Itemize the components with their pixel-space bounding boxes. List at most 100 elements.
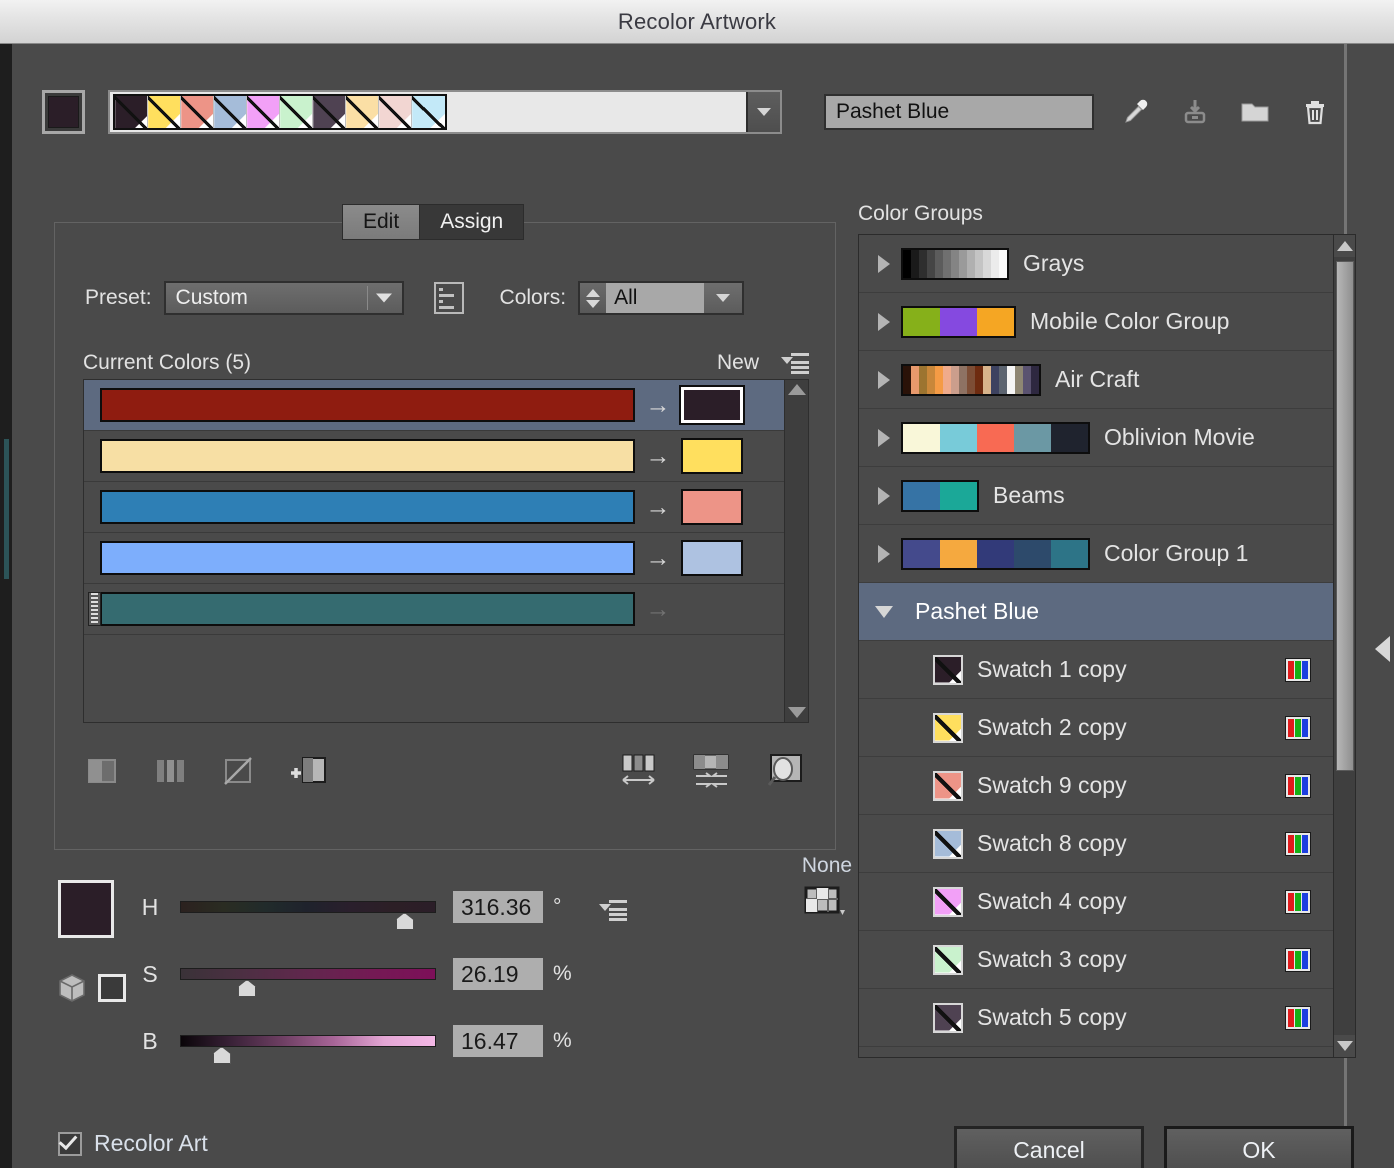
colors-stepper[interactable] — [580, 283, 607, 313]
colors-stepper-group[interactable]: All — [578, 281, 745, 315]
separate-colors-icon[interactable] — [151, 754, 191, 793]
randomize-saturation-brightness-icon[interactable] — [617, 752, 661, 795]
color-group-swatch-item[interactable]: Swatch 3 copy — [859, 931, 1333, 989]
color-group-swatch-item[interactable]: Swatch 4 copy — [859, 873, 1333, 931]
add-color-row-icon[interactable] — [287, 754, 329, 793]
color-group-preview-strip[interactable] — [901, 537, 1090, 570]
new-color-swatch[interactable] — [681, 540, 743, 576]
scroll-up-icon[interactable] — [787, 384, 806, 395]
swatch-chip[interactable] — [247, 96, 281, 128]
color-group-swatch-item[interactable]: Swatch 8 copy — [859, 815, 1333, 873]
panel-menu-icon[interactable] — [781, 353, 809, 374]
slider-thumb[interactable] — [395, 913, 414, 930]
limit-color-library-icon[interactable] — [804, 886, 850, 920]
new-color-swatch[interactable] — [681, 438, 743, 474]
color-group-swatch-bar[interactable] — [108, 90, 782, 134]
swatch-chip[interactable] — [214, 96, 248, 128]
color-reduction-options-icon[interactable] — [433, 282, 464, 314]
color-group-item[interactable]: Oblivion Movie — [859, 409, 1333, 467]
chevron-down-icon[interactable] — [867, 605, 901, 618]
swatch-color-chip[interactable] — [933, 886, 963, 917]
preset-select[interactable]: Custom — [163, 281, 404, 315]
randomize-color-order-icon[interactable] — [689, 752, 735, 795]
current-color-swatch[interactable] — [100, 541, 635, 575]
slider-value-input[interactable]: 316.36 — [452, 890, 544, 924]
current-color-row[interactable]: → — [84, 584, 784, 635]
current-color-swatch[interactable] — [100, 388, 635, 422]
color-group-preview-strip[interactable] — [901, 305, 1016, 338]
save-color-group-icon[interactable] — [1178, 95, 1212, 129]
swatch-color-chip[interactable] — [933, 712, 963, 743]
ok-button[interactable]: OK — [1164, 1126, 1354, 1168]
color-groups-scrollbar[interactable] — [1333, 235, 1355, 1057]
delete-color-group-trash-icon[interactable] — [1298, 95, 1332, 129]
merge-colors-icon[interactable] — [83, 754, 123, 793]
slider-thumb[interactable] — [238, 980, 257, 997]
new-color-swatch[interactable] — [681, 489, 743, 525]
current-colors-scrollbar[interactable] — [784, 380, 808, 722]
swatch-chip[interactable] — [115, 96, 149, 128]
collapse-panel-arrow-icon[interactable] — [1375, 636, 1390, 662]
new-color-swatch[interactable] — [679, 385, 745, 425]
new-color-group-folder-icon[interactable] — [1238, 95, 1272, 129]
row-drag-handle[interactable] — [88, 592, 101, 626]
selected-color-preview[interactable] — [58, 880, 114, 938]
chevron-right-icon[interactable] — [867, 312, 901, 331]
color-group-swatch-item[interactable]: Swatch 5 copy — [859, 989, 1333, 1047]
color-group-name-input[interactable]: Pashet Blue — [823, 94, 1094, 130]
swatch-chip[interactable] — [181, 96, 215, 128]
swatch-chip[interactable] — [412, 96, 446, 128]
current-color-row[interactable]: → — [84, 431, 784, 482]
cancel-button[interactable]: Cancel — [954, 1126, 1144, 1168]
swatch-chip[interactable] — [280, 96, 314, 128]
hsb-menu-icon[interactable] — [599, 900, 627, 921]
exclude-color-icon[interactable] — [219, 754, 259, 793]
color-mode-cube-icon[interactable] — [56, 972, 88, 1004]
current-color-swatch[interactable] — [100, 439, 635, 473]
colors-value[interactable]: All — [606, 283, 705, 313]
color-group-item[interactable]: Air Craft — [859, 351, 1333, 409]
slider-track[interactable] — [180, 1035, 436, 1064]
scroll-down-icon[interactable] — [1334, 1035, 1355, 1057]
color-group-item[interactable]: Pashet Blue — [859, 583, 1333, 641]
swatch-color-chip[interactable] — [933, 654, 963, 685]
colors-dropdown-button[interactable] — [704, 283, 743, 313]
current-color-swatch[interactable] — [100, 490, 635, 524]
tab-assign[interactable]: Assign — [420, 204, 525, 240]
recolor-art-checkbox[interactable] — [58, 1130, 82, 1156]
swatch-chip[interactable] — [148, 96, 182, 128]
swatch-chip[interactable] — [346, 96, 380, 128]
color-mode-preview-icon[interactable] — [763, 751, 809, 796]
slider-thumb[interactable] — [212, 1047, 231, 1064]
slider-track[interactable] — [180, 901, 436, 930]
slider-value-input[interactable]: 16.47 — [452, 1024, 544, 1058]
swatch-color-chip[interactable] — [933, 1002, 963, 1033]
color-group-preview-strip[interactable] — [901, 479, 979, 512]
chevron-right-icon[interactable] — [867, 428, 901, 447]
color-group-item[interactable]: Grays — [859, 235, 1333, 293]
swatch-color-chip[interactable] — [933, 770, 963, 801]
swatch-color-chip[interactable] — [933, 944, 963, 975]
active-color-well[interactable] — [42, 90, 86, 134]
color-group-preview-strip[interactable] — [901, 421, 1090, 454]
color-group-preview-strip[interactable] — [901, 247, 1009, 280]
eyedropper-icon[interactable] — [1118, 95, 1152, 129]
swatch-chip[interactable] — [379, 96, 413, 128]
current-color-row[interactable]: → — [84, 533, 784, 584]
swatch-bar-dropdown-button[interactable] — [745, 92, 780, 132]
scroll-up-icon[interactable] — [1334, 235, 1355, 257]
stepper-down-icon[interactable] — [586, 299, 601, 308]
scroll-down-icon[interactable] — [787, 707, 806, 718]
chevron-right-icon[interactable] — [867, 544, 901, 563]
current-color-row[interactable]: → — [84, 380, 784, 431]
chevron-right-icon[interactable] — [867, 486, 901, 505]
stepper-up-icon[interactable] — [586, 288, 601, 297]
color-group-swatch-item[interactable]: Swatch 1 copy — [859, 641, 1333, 699]
chevron-right-icon[interactable] — [867, 370, 901, 389]
chevron-right-icon[interactable] — [867, 254, 901, 273]
color-group-swatch-item[interactable]: Swatch 9 copy — [859, 757, 1333, 815]
scrollbar-thumb[interactable] — [1336, 261, 1354, 771]
color-group-item[interactable]: Mobile Color Group — [859, 293, 1333, 351]
swatch-color-chip[interactable] — [933, 828, 963, 859]
current-color-row[interactable]: → — [84, 482, 784, 533]
